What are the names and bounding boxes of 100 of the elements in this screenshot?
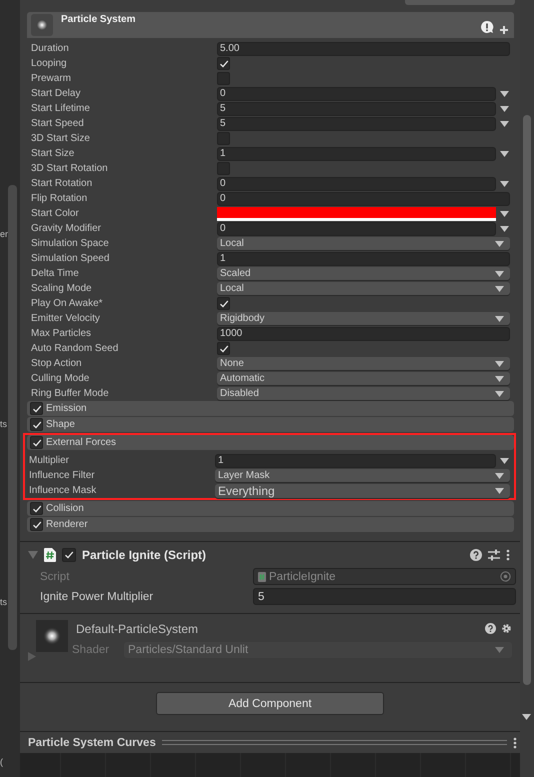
- property-label: Start Size: [30, 148, 76, 159]
- property-label: Simulation Speed: [30, 253, 110, 264]
- property-label: Culling Mode: [30, 373, 90, 384]
- property-label: Duration: [30, 43, 70, 54]
- scrollbar[interactable]: [8, 185, 17, 650]
- settings-icon[interactable]: [501, 623, 512, 634]
- sliders-icon[interactable]: [488, 549, 500, 561]
- number-field[interactable]: 5: [217, 102, 496, 116]
- panel-title: Particle System Curves: [28, 736, 156, 748]
- number-field[interactable]: 1000: [217, 326, 510, 340]
- property-label: Multiplier: [28, 455, 70, 466]
- property-label: Delta Time: [30, 268, 80, 279]
- checkmark-icon: [64, 550, 74, 560]
- cut-label: ts: [0, 597, 8, 607]
- material-preview: [36, 620, 68, 652]
- checkbox[interactable]: [217, 162, 230, 175]
- dropdown[interactable]: Everything: [215, 484, 510, 498]
- help-icon[interactable]: [470, 549, 482, 561]
- number-field[interactable]: 5: [217, 116, 496, 130]
- caret-icon[interactable]: [500, 150, 509, 156]
- scrollbar[interactable]: [523, 115, 531, 685]
- property-label: Play On Awake*: [30, 298, 104, 309]
- shader-dropdown[interactable]: Particles/Standard Unlit: [124, 642, 512, 658]
- cut-label: (: [0, 757, 4, 767]
- property-label: Auto Random Seed: [30, 343, 120, 354]
- checkbox[interactable]: [30, 436, 43, 449]
- add-component-button[interactable]: Add Component: [156, 692, 384, 715]
- dropdown[interactable]: Local: [217, 237, 510, 250]
- number-field[interactable]: 0: [217, 192, 510, 206]
- property-label: Start Lifetime: [30, 103, 91, 114]
- checkbox[interactable]: [217, 342, 230, 355]
- module-title: External Forces: [46, 437, 116, 448]
- alert-icon[interactable]: [480, 20, 494, 34]
- object-picker-icon[interactable]: [500, 571, 511, 582]
- scroll-down-icon[interactable]: [522, 714, 531, 720]
- add-icon[interactable]: [500, 26, 508, 34]
- dropdown[interactable]: None: [217, 357, 510, 370]
- property-label: Max Particles: [30, 328, 92, 339]
- property-label: Influence Mask: [28, 485, 98, 496]
- caret-icon[interactable]: [500, 180, 509, 186]
- script-icon: [258, 572, 266, 582]
- color-swatch[interactable]: [217, 206, 496, 220]
- module-title: Emission: [46, 403, 87, 414]
- help-icon[interactable]: [485, 623, 496, 634]
- number-field[interactable]: 5: [253, 588, 516, 605]
- particle-icon: [31, 14, 53, 36]
- module-bar[interactable]: Shape: [27, 417, 514, 432]
- dropdown[interactable]: Disabled: [217, 387, 510, 400]
- dropdown[interactable]: Scaled: [217, 267, 510, 280]
- property-label: Stop Action: [30, 358, 83, 369]
- cut-label: ts: [0, 419, 8, 429]
- property-label: Start Speed: [30, 118, 85, 129]
- caret-icon: [495, 647, 504, 653]
- checkbox[interactable]: [30, 402, 43, 415]
- checkbox[interactable]: [217, 297, 230, 310]
- module-title: Shape: [46, 419, 75, 430]
- checkbox[interactable]: [30, 518, 43, 531]
- dropdown[interactable]: Local: [217, 282, 510, 295]
- property-label: Emitter Velocity: [30, 313, 101, 324]
- checkbox[interactable]: [30, 502, 43, 515]
- module-bar[interactable]: Emission: [27, 401, 514, 416]
- property-label: Flip Rotation: [30, 193, 88, 204]
- checkbox[interactable]: [217, 72, 230, 85]
- shader-label: Shader: [72, 644, 110, 656]
- component-title: Particle Ignite (Script): [82, 548, 206, 562]
- module-title: Collision: [46, 503, 84, 514]
- module-bar[interactable]: Renderer: [27, 517, 514, 532]
- module-title: Renderer: [46, 519, 88, 530]
- component-title: Particle System: [61, 14, 136, 25]
- caret-icon: [495, 316, 504, 322]
- number-field[interactable]: 1: [217, 146, 496, 160]
- number-field[interactable]: 0: [217, 222, 496, 236]
- cut-label: er: [0, 229, 8, 239]
- more-icon[interactable]: [513, 736, 517, 748]
- dropdown[interactable]: Rigidbody: [217, 312, 510, 325]
- number-field[interactable]: 5.00: [217, 42, 510, 56]
- more-icon[interactable]: [506, 549, 510, 561]
- number-field[interactable]: 0: [217, 86, 496, 100]
- module-bar[interactable]: Collision: [27, 501, 514, 516]
- checkbox[interactable]: [62, 548, 76, 562]
- property-label: Start Color: [30, 208, 80, 219]
- property-label: 3D Start Rotation: [30, 163, 109, 174]
- number-field[interactable]: 0: [217, 176, 496, 190]
- property-label: Influence Filter: [28, 470, 96, 481]
- script-icon: [44, 548, 56, 562]
- checkbox[interactable]: [217, 132, 230, 145]
- number-field[interactable]: 1: [215, 454, 496, 468]
- property-label: Looping: [30, 58, 68, 69]
- property-label: Gravity Modifier: [30, 223, 102, 234]
- property-label: Simulation Space: [30, 238, 110, 249]
- checkbox[interactable]: [30, 418, 43, 431]
- property-label: Ring Buffer Mode: [30, 388, 110, 399]
- dropdown[interactable]: Automatic: [217, 372, 510, 385]
- dropdown[interactable]: Layer Mask: [215, 469, 510, 482]
- property-label: Scaling Mode: [30, 283, 93, 294]
- material-name: Default-ParticleSystem: [76, 622, 198, 636]
- number-field[interactable]: 1: [217, 252, 510, 266]
- checkbox[interactable]: [217, 57, 230, 70]
- property-label: Script: [40, 570, 70, 582]
- module-bar[interactable]: External Forces: [27, 435, 514, 450]
